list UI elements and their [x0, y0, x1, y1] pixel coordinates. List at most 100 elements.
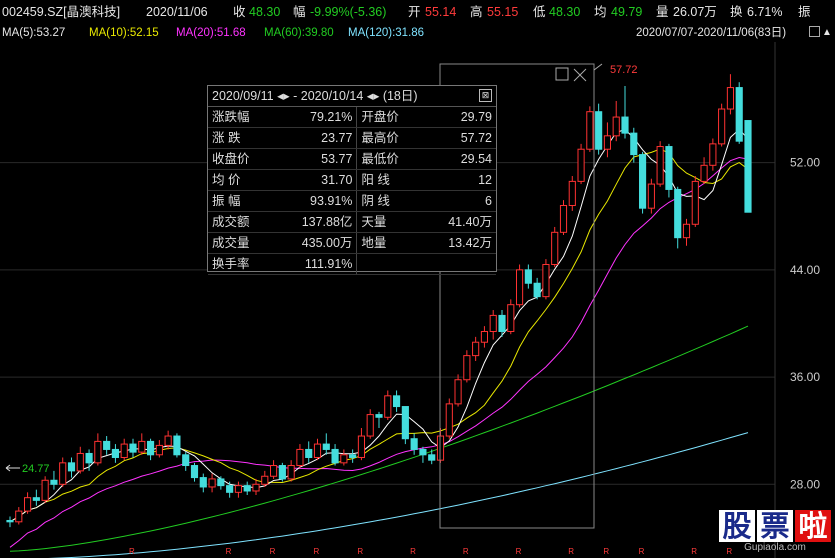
- candle-body: [656, 146, 664, 185]
- rights-marker: R: [357, 547, 363, 556]
- close-value: 48.30: [249, 5, 281, 19]
- candle-body: [305, 448, 313, 458]
- popup-close-icon[interactable]: ⊠: [479, 89, 492, 102]
- avg-value: 49.79: [611, 5, 643, 19]
- candle-body: [568, 180, 576, 207]
- popup-key: 成交额: [208, 211, 273, 233]
- popup-value: 12: [422, 169, 496, 191]
- popup-value: 57.72: [422, 127, 496, 149]
- popup-value: 435.00万: [272, 232, 358, 254]
- candle-body: [340, 454, 348, 464]
- expand-icon[interactable]: ▲: [822, 24, 832, 42]
- watermark-char-3: 啦: [795, 510, 831, 542]
- candle-body: [586, 111, 594, 150]
- candle-body: [533, 282, 541, 298]
- candle-body: [392, 395, 401, 408]
- ma120-legend: MA(120):31.86: [348, 27, 425, 39]
- candle-body: [76, 452, 84, 472]
- candle-body: [410, 438, 418, 450]
- popup-key: 最高价: [356, 127, 423, 149]
- candle-body: [190, 465, 199, 479]
- candle-body: [138, 440, 146, 453]
- candle-body: [59, 462, 67, 485]
- candle-body: [129, 443, 137, 453]
- candle-body: [164, 435, 172, 446]
- candle-body: [287, 465, 295, 480]
- candle-body: [647, 183, 655, 209]
- rights-marker: R: [410, 547, 416, 556]
- popup-key: 最低价: [356, 148, 423, 170]
- candle-body: [709, 143, 717, 166]
- popup-key: 天量: [356, 211, 423, 233]
- popup-table: 涨跌幅 79.21% 开盘价 29.79 涨 跌 23.77 最高价 57.72 收盘价 53.7…: [208, 107, 496, 275]
- candle-body: [542, 263, 550, 298]
- popup-row: 换手率 111.91%: [208, 253, 496, 275]
- ma5-legend: MA(5):53.27: [2, 27, 66, 39]
- candle-body: [199, 477, 207, 488]
- selection-box-icon[interactable]: [555, 67, 569, 81]
- y-tick-label: 52.00: [790, 156, 820, 170]
- popup-value: 23.77: [272, 127, 358, 149]
- candle-body: [507, 304, 515, 332]
- candle-body: [463, 355, 471, 381]
- volume-label: 量: [656, 5, 669, 19]
- range-box-icon[interactable]: [809, 26, 820, 37]
- candle-body: [155, 444, 163, 456]
- popup-row: 振 幅 93.91% 阴 线6: [208, 190, 496, 212]
- ma-legend: MA(5):53.27 MA(10):52.15 MA(20):51.68 MA…: [0, 24, 835, 42]
- interval-stats-popup[interactable]: 2020/09/11 ◂▸ - 2020/10/14 ◂▸ (18日) ⊠ 涨跌…: [207, 85, 497, 275]
- avg-label: 均: [594, 5, 607, 19]
- candle-body: [630, 132, 638, 156]
- y-tick-label: 36.00: [790, 370, 820, 384]
- candle-body: [454, 379, 462, 405]
- candle-body: [559, 205, 568, 233]
- candle-body: [445, 403, 453, 437]
- candle-body: [718, 108, 726, 145]
- low-pointer-icon: [5, 464, 20, 472]
- rights-marker: R: [314, 547, 320, 556]
- popup-key: 收盘价: [208, 148, 273, 170]
- selection-close-icon[interactable]: [573, 68, 587, 82]
- watermark-char-2: 票: [757, 510, 793, 542]
- candle-body: [665, 146, 673, 190]
- candle-body: [322, 443, 330, 450]
- quote-header: 002459.SZ[晶澳科技] 2020/11/06 收 48.30 幅 -9.…: [0, 0, 835, 24]
- rights-marker: R: [516, 547, 522, 556]
- change-value: -9.99%(-5.36): [310, 5, 387, 19]
- date-range: 2020/07/07-2020/11/06(83日): [636, 27, 787, 39]
- high-label: 高: [470, 5, 483, 19]
- popup-row: 收盘价 53.77 最低价 29.54: [208, 148, 496, 170]
- candle-body: [428, 454, 436, 461]
- candle-body: [6, 519, 14, 523]
- candle-body: [638, 154, 647, 209]
- candle-body: [375, 414, 383, 418]
- candle-body: [349, 454, 357, 458]
- rights-markers: RRRRRRRRRRRRR: [129, 547, 732, 556]
- candle-body: [67, 462, 76, 472]
- popup-key: 换手率: [208, 253, 273, 275]
- candle-body: [32, 497, 40, 501]
- rights-marker: R: [568, 547, 574, 556]
- candle-body: [384, 395, 392, 418]
- y-tick-label: 28.00: [790, 477, 820, 491]
- ma60-path: [9, 325, 749, 552]
- popup-row: 涨 跌 23.77 最高价 57.72: [208, 127, 496, 149]
- popup-row: 成交额 137.88亿 天量 41.40万: [208, 211, 496, 233]
- candle-body: [243, 485, 251, 492]
- candle-body: [296, 448, 304, 467]
- rights-marker: R: [129, 547, 135, 556]
- candle-body: [735, 87, 743, 142]
- popup-value: 137.88亿: [272, 211, 358, 233]
- candle-body: [515, 269, 524, 306]
- high-pointer-line: [593, 63, 603, 71]
- candle-body: [744, 120, 752, 213]
- turnover-value: 6.71%: [747, 5, 783, 19]
- candle-body: [595, 111, 603, 150]
- popup-header: 2020/09/11 ◂▸ - 2020/10/14 ◂▸ (18日) ⊠: [208, 86, 496, 107]
- popup-key: 涨 跌: [208, 127, 273, 149]
- candle-body: [401, 406, 409, 440]
- rights-marker: R: [270, 547, 276, 556]
- open-value: 55.14: [425, 5, 457, 19]
- popup-key: 开盘价: [356, 107, 423, 128]
- popup-value: 29.79: [422, 107, 496, 128]
